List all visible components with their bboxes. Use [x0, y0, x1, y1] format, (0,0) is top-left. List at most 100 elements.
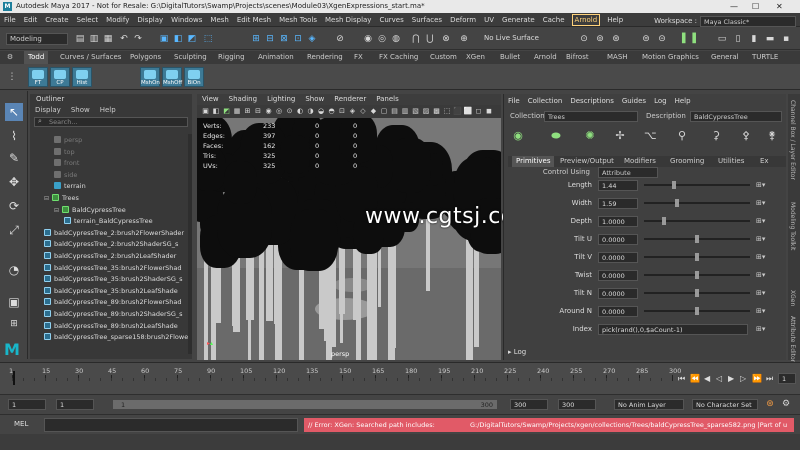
current-frame-field[interactable]: 1	[778, 373, 796, 384]
menu-edit-mesh[interactable]: Edit Mesh	[233, 13, 275, 27]
menu-curves[interactable]: Curves	[375, 13, 407, 27]
menu-create[interactable]: Create	[41, 13, 72, 27]
panel-icon-2[interactable]: ▯	[732, 33, 744, 45]
outliner-menu-display[interactable]: Display	[30, 105, 66, 115]
four-view-icon[interactable]: ⊞	[5, 315, 23, 333]
step-back-icon[interactable]: ◀	[704, 374, 710, 383]
create-description-icon[interactable]: ⬬	[550, 130, 562, 142]
end-time-field[interactable]: 300	[558, 399, 596, 410]
expand-icon[interactable]: ⊟	[54, 205, 62, 217]
step-forward-icon[interactable]: ▷	[740, 374, 746, 383]
param-slider[interactable]	[644, 199, 750, 207]
menu-display[interactable]: Display	[133, 13, 167, 27]
expression-icon[interactable]: ⊞▾	[756, 181, 765, 189]
xgen-menu-descriptions[interactable]: Descriptions	[566, 94, 618, 108]
menu-cache[interactable]: Cache	[539, 13, 569, 27]
panel-icon-4[interactable]: ▬	[764, 33, 776, 45]
viewport-tool-icon-1[interactable]: ▣	[201, 107, 210, 116]
undo-icon[interactable]: ↶	[118, 33, 130, 45]
shelf-tab-mash[interactable]: MASH	[607, 51, 628, 64]
snap-view-icon[interactable]: ⊡	[292, 33, 304, 45]
outliner-item[interactable]: ⊟ BaldCypressTree	[30, 205, 190, 217]
viewport-tool-icon-19[interactable]: ▤	[390, 107, 399, 116]
viewport-tool-icon-11[interactable]: ◑	[306, 107, 315, 116]
param-slider-handle[interactable]	[674, 199, 679, 207]
viewport-tool-icon-8[interactable]: ◎	[275, 107, 284, 116]
param-slider[interactable]	[644, 271, 750, 279]
viewport-tool-icon-28[interactable]: ◼	[485, 107, 494, 116]
range-bar[interactable]: 1 300	[112, 399, 498, 410]
param-slider[interactable]	[644, 253, 750, 261]
menu-set-dropdown[interactable]: Modeling	[6, 33, 68, 45]
viewport-tool-icon-12[interactable]: ◒	[317, 107, 326, 116]
layout-icon[interactable]: ⊜	[640, 33, 652, 45]
param-slider[interactable]	[644, 235, 750, 243]
play-forward-icon[interactable]: ▶	[728, 374, 734, 383]
symmetry-icon[interactable]: ⋃	[424, 33, 436, 45]
place-primitives-icon[interactable]: ✺	[584, 130, 596, 142]
outliner-scrollbar[interactable]	[188, 134, 192, 354]
live-surface-label[interactable]: No Live Surface	[484, 34, 539, 42]
workspace-dropdown[interactable]: Maya Classic*	[700, 15, 796, 27]
param-value-field[interactable]: 0.0000	[598, 252, 638, 263]
expression-icon[interactable]: ⊞▾	[756, 271, 765, 279]
param-slider-handle[interactable]	[695, 289, 699, 297]
param-value-field[interactable]: 1.44	[598, 180, 638, 191]
anim-layer-dropdown[interactable]: No Anim Layer	[614, 399, 684, 410]
guide-tools-icon[interactable]: ⚵	[766, 130, 778, 142]
shelf-tab-motion-graphics[interactable]: Motion Graphics	[642, 51, 699, 64]
select-mode-icon[interactable]: ⬚	[202, 33, 214, 45]
viewport-menu-show[interactable]: Show	[300, 94, 329, 105]
viewport-tool-icon-25[interactable]: ⬛	[453, 107, 462, 116]
shelf-button-ft[interactable]: FT	[28, 67, 48, 87]
outliner-item[interactable]: baldCypressTree_2:brush2LeafShader	[30, 251, 190, 263]
control-using-dropdown[interactable]: Attribute	[598, 167, 658, 178]
playback-start-field[interactable]: 1	[56, 399, 94, 410]
viewport-tool-icon-13[interactable]: ◓	[327, 107, 336, 116]
minimize-button[interactable]: —	[730, 0, 738, 13]
character-set-dropdown[interactable]: No Character Set	[692, 399, 758, 410]
single-view-icon[interactable]: ▣	[5, 293, 23, 311]
viewport-menu-renderer[interactable]: Renderer	[329, 94, 371, 105]
viewport-3d[interactable]: Verts: 233 0 0 Edges: 397 0 0 Faces: 162 0 0 Tris: 32…	[197, 118, 501, 360]
menu-windows[interactable]: Windows	[167, 13, 206, 27]
select-hierarchy-icon[interactable]: ▣	[158, 33, 170, 45]
scale-tool-icon[interactable]: ⤢	[5, 221, 23, 239]
panel-icon-3[interactable]: ▮	[748, 33, 760, 45]
outliner-item[interactable]: baldCypressTree_2:brush2FlowerShader	[30, 228, 190, 240]
shelf-tab-general[interactable]: General	[711, 51, 739, 64]
outliner-item[interactable]: terrain	[30, 181, 190, 193]
viewport-tool-icon-27[interactable]: ◻	[474, 107, 483, 116]
shelf-button-bion[interactable]: BiOn	[184, 67, 204, 87]
outliner-item[interactable]: terrain_BaldCypressTree	[30, 216, 190, 228]
guide-edit-icon[interactable]: ⚳	[710, 130, 722, 142]
viewport-tool-icon-24[interactable]: ⬚	[443, 107, 452, 116]
snap-grid-icon[interactable]: ⊞	[250, 33, 262, 45]
viewport-tool-icon-22[interactable]: ▨	[422, 107, 431, 116]
start-time-field[interactable]: 1	[8, 399, 46, 410]
lasso-tool-icon[interactable]: ⌇	[5, 127, 23, 145]
menu-file[interactable]: File	[0, 13, 20, 27]
history-icon[interactable]: ⊘	[334, 33, 346, 45]
shelf-tab-animation[interactable]: Animation	[258, 51, 294, 64]
viewport-tool-icon-9[interactable]: ⊙	[285, 107, 294, 116]
toggle-channel-box-icon[interactable]: ▌	[690, 33, 702, 45]
viewport-menu-shading[interactable]: Shading	[224, 94, 262, 105]
expression-icon[interactable]: ⊞▾	[756, 325, 765, 333]
outliner-item[interactable]: baldCypressTree_89:brush2ShaderSG_s	[30, 309, 190, 321]
shelf-tab-sculpting[interactable]: Sculpting	[174, 51, 207, 64]
viewport-tool-icon-21[interactable]: ▧	[411, 107, 420, 116]
shelf-button-cp[interactable]: CP	[50, 67, 70, 87]
description-dropdown[interactable]: BaldCypressTree	[690, 111, 782, 122]
expression-icon[interactable]: ⊞▾	[756, 289, 765, 297]
shelf-button-mshoff[interactable]: MshOff	[162, 67, 182, 87]
ipr-icon[interactable]: ◍	[390, 33, 402, 45]
menu-modify[interactable]: Modify	[102, 13, 133, 27]
xgen-menu-collection[interactable]: Collection	[524, 94, 567, 108]
outliner-item[interactable]: persp	[30, 135, 190, 147]
paint-select-icon[interactable]: ✎	[5, 149, 23, 167]
viewport-tool-icon-2[interactable]: ◧	[212, 107, 221, 116]
go-to-start-icon[interactable]: ⏮	[678, 374, 685, 384]
render-settings-icon[interactable]: ⊚	[594, 33, 606, 45]
viewport-tool-icon-3[interactable]: ◩	[222, 107, 231, 116]
